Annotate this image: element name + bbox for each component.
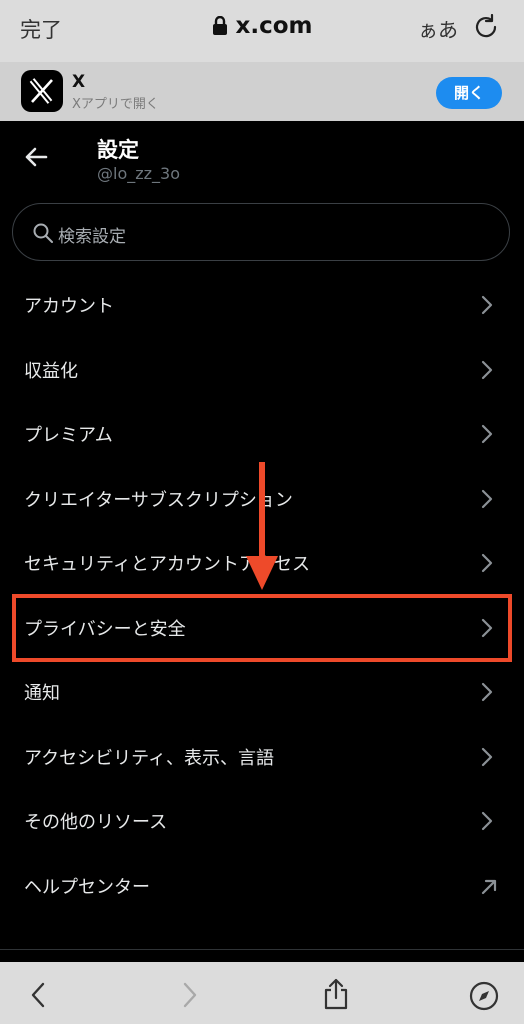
menu-item-label: アクセシビリティ、表示、言語: [24, 747, 275, 769]
back-chevron-icon[interactable]: [30, 982, 46, 1012]
menu-item-label: アカウント: [24, 296, 114, 317]
settings-header: 設定 @lo_zz_3o: [0, 121, 524, 201]
user-handle: @lo_zz_3o: [97, 164, 180, 183]
menu-item-label: ヘルプセンター: [24, 876, 150, 898]
chevron-right-icon: [480, 489, 494, 513]
external-link-arrow-icon: [480, 876, 498, 900]
menu-item-notifications[interactable]: 通知: [0, 659, 524, 724]
page-title: 設定: [97, 138, 139, 162]
chevron-right-icon: [480, 811, 494, 835]
app-banner: X Xアプリで開く 開く: [0, 62, 524, 121]
menu-item-premium[interactable]: プレミアム: [0, 401, 524, 466]
x-logo-icon: [21, 70, 63, 112]
browser-bottom-bar: [0, 962, 524, 1024]
menu-item-accessibility-display-language[interactable]: アクセシビリティ、表示、言語: [0, 724, 524, 789]
menu-item-monetization[interactable]: 収益化: [0, 337, 524, 402]
menu-item-label: 収益化: [24, 360, 78, 382]
chevron-right-icon: [480, 747, 494, 771]
app-name: X: [72, 72, 86, 92]
highlight-box: [12, 594, 512, 662]
menu-item-help-center[interactable]: ヘルプセンター: [0, 853, 524, 918]
chevron-right-icon: [480, 360, 494, 384]
search-input[interactable]: 検索設定: [12, 203, 510, 261]
menu-item-additional-resources[interactable]: その他のリソース: [0, 788, 524, 853]
divider: [0, 949, 524, 950]
chevron-right-icon: [480, 553, 494, 577]
menu-item-label: プレミアム: [24, 425, 113, 446]
chevron-right-icon: [480, 682, 494, 706]
reload-icon[interactable]: [474, 13, 500, 46]
browser-top-bar: 完了 x.com ぁあ: [0, 0, 524, 62]
menu-item-label: その他のリソース: [24, 812, 168, 833]
forward-chevron-icon[interactable]: [182, 982, 198, 1012]
text-size-button[interactable]: ぁあ: [418, 14, 458, 43]
red-down-arrow-icon: [242, 462, 282, 596]
chevron-right-icon: [480, 424, 494, 448]
search-icon: [33, 223, 53, 247]
share-icon[interactable]: [322, 978, 350, 1014]
app-banner-subtitle: Xアプリで開く: [72, 97, 159, 112]
back-arrow-icon[interactable]: [24, 146, 48, 172]
url-text: x.com: [235, 13, 313, 39]
compass-icon[interactable]: [469, 981, 499, 1015]
chevron-right-icon: [480, 295, 494, 319]
menu-item-account[interactable]: アカウント: [0, 272, 524, 337]
open-app-button[interactable]: 開く: [436, 77, 502, 109]
menu-item-label: 通知: [24, 683, 60, 704]
lock-icon: [212, 15, 228, 42]
search-placeholder: 検索設定: [58, 227, 126, 247]
